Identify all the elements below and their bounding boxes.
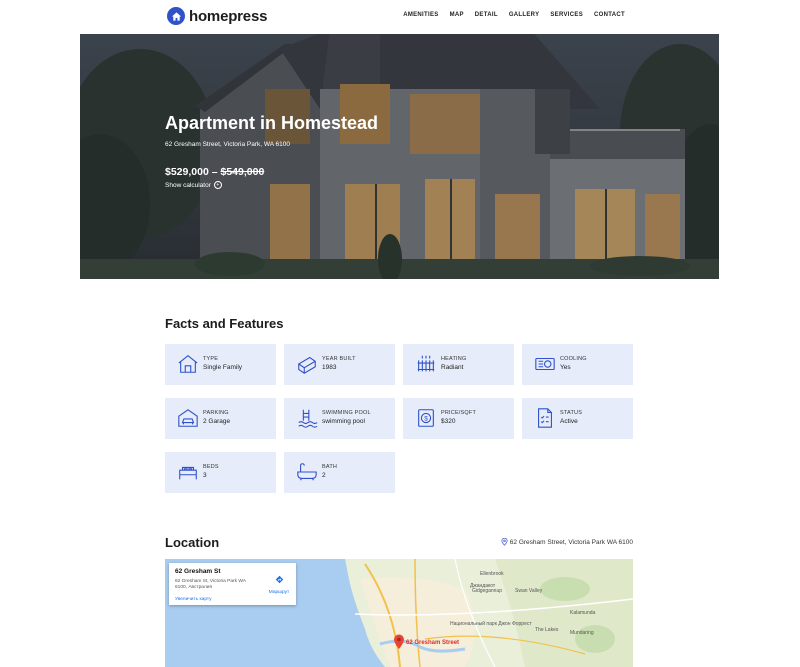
nav-item-amenities[interactable]: AMENITIES bbox=[403, 12, 438, 18]
fact-value: 1983 bbox=[322, 364, 337, 371]
bed-icon bbox=[179, 466, 197, 480]
map-place-label: Национальный парк Джон Форрест bbox=[450, 620, 532, 627]
fact-card-price-sqft: $ PRICE/SQFT $320 bbox=[403, 398, 514, 439]
hero-overlay bbox=[80, 34, 719, 279]
fact-card-status: STATUS Active bbox=[522, 398, 633, 439]
directions-button[interactable]: Маршрут bbox=[265, 571, 293, 595]
directions-icon bbox=[275, 575, 283, 584]
property-title: Apartment in Homestead bbox=[165, 113, 379, 133]
main-nav: AMENITIES MAP DETAIL GALLERY SERVICES CO… bbox=[403, 12, 625, 18]
map-place-label: Gidgegannup bbox=[472, 588, 502, 594]
location-title: Location bbox=[165, 535, 220, 550]
fact-label: BATH bbox=[322, 464, 338, 470]
fact-label: SWIMMING POOL bbox=[322, 410, 371, 416]
map-pin-label: 62 Gresham Street bbox=[406, 640, 460, 646]
fact-value: 2 Garage bbox=[203, 418, 231, 425]
map-card-address: 62 Gresham St, Victoria Park WA 6100, Ав… bbox=[175, 579, 246, 590]
brand-name: homepress bbox=[189, 7, 268, 25]
directions-label: Маршрут bbox=[268, 590, 290, 595]
fact-card-parking: PARKING 2 Garage bbox=[165, 398, 276, 439]
facts-title: Facts and Features bbox=[165, 316, 284, 331]
fact-card-beds: BEDS 3 bbox=[165, 452, 276, 493]
map-place-label: The Lakes bbox=[535, 627, 559, 633]
bathtub-icon bbox=[297, 463, 317, 481]
fact-card-heating: HEATING Radiant bbox=[403, 344, 514, 385]
show-calculator-link[interactable]: Show calculator + bbox=[165, 181, 222, 189]
fact-label: BEDS bbox=[203, 464, 219, 470]
brand-logo[interactable]: homepress bbox=[167, 7, 267, 25]
price-tag-icon: $ bbox=[418, 409, 434, 427]
price-high: $549,000 bbox=[220, 166, 265, 178]
location-address-text: 62 Gresham Street, Victoria Park WA 6100 bbox=[509, 538, 633, 546]
page: homepress AMENITIES MAP DETAIL GALLERY S… bbox=[0, 0, 800, 667]
fact-label: PARKING bbox=[203, 410, 229, 416]
hero-banner: Apartment in Homestead 62 Gresham Street… bbox=[80, 34, 719, 279]
air-conditioner-icon bbox=[535, 357, 555, 371]
nav-item-map[interactable]: MAP bbox=[450, 12, 464, 18]
map-place-label: Kalamunda bbox=[570, 610, 596, 616]
fact-value: Single Family bbox=[203, 364, 243, 371]
fact-card-cooling: COOLING Yes bbox=[522, 344, 633, 385]
checklist-icon bbox=[538, 408, 552, 428]
calendar-icon bbox=[298, 356, 316, 374]
enlarge-map-link[interactable]: Увеличить карту bbox=[175, 597, 212, 602]
fact-label: YEAR BUILT bbox=[322, 356, 356, 362]
fact-card-year-built: YEAR BUILT 1983 bbox=[284, 344, 395, 385]
home-logo-icon bbox=[167, 7, 185, 25]
fact-value: 3 bbox=[203, 472, 207, 479]
fact-label: PRICE/SQFT bbox=[441, 410, 477, 416]
nav-item-detail[interactable]: DETAIL bbox=[475, 12, 498, 18]
pool-icon bbox=[298, 409, 318, 428]
map-place-label: Ellenbrook bbox=[480, 571, 504, 577]
site-header: homepress AMENITIES MAP DETAIL GALLERY S… bbox=[0, 0, 800, 34]
fact-card-bath: BATH 2 bbox=[284, 452, 395, 493]
nav-item-services[interactable]: SERVICES bbox=[550, 12, 583, 18]
fact-value: Yes bbox=[560, 364, 571, 371]
plus-circle-icon: + bbox=[213, 181, 222, 189]
map-info-card: 62 Gresham St 62 Gresham St, Victoria Pa… bbox=[169, 563, 296, 605]
garage-icon bbox=[178, 409, 198, 427]
nav-item-gallery[interactable]: GALLERY bbox=[509, 12, 540, 18]
map-place-label: Swan Valley bbox=[515, 588, 543, 594]
map-pin-icon bbox=[501, 538, 508, 546]
fact-label: COOLING bbox=[560, 356, 587, 362]
show-calculator-label: Show calculator bbox=[165, 181, 211, 189]
price-range: $529,000 – $549,000 bbox=[165, 166, 264, 178]
svg-text:$: $ bbox=[424, 415, 428, 422]
map-place-label: Mundaring bbox=[570, 630, 594, 636]
fact-value: Radiant bbox=[441, 364, 464, 371]
radiator-icon bbox=[417, 355, 435, 372]
nav-item-contact[interactable]: CONTACT bbox=[594, 12, 625, 18]
property-address: 62 Gresham Street, Victoria Park, WA 610… bbox=[165, 141, 291, 148]
location-address: 62 Gresham Street, Victoria Park WA 6100 bbox=[501, 538, 633, 546]
price-low: $529,000 bbox=[165, 166, 209, 178]
fact-label: TYPE bbox=[203, 356, 219, 362]
fact-card-swimming-pool: SWIMMING POOL swimming pool bbox=[284, 398, 395, 439]
house-icon bbox=[178, 355, 198, 373]
fact-label: STATUS bbox=[560, 410, 583, 416]
fact-value: Active bbox=[560, 418, 578, 425]
fact-value: $320 bbox=[441, 418, 456, 425]
map-card-title: 62 Gresham St bbox=[175, 568, 221, 575]
fact-label: HEATING bbox=[441, 356, 467, 362]
fact-value: 2 bbox=[322, 472, 326, 479]
fact-card-type: TYPE Single Family bbox=[165, 344, 276, 385]
location-map[interactable]: Джандакот Gidgegannup Ellenbrook Swan Va… bbox=[165, 559, 633, 667]
fact-value: swimming pool bbox=[322, 418, 365, 425]
price-separator: – bbox=[211, 166, 218, 178]
